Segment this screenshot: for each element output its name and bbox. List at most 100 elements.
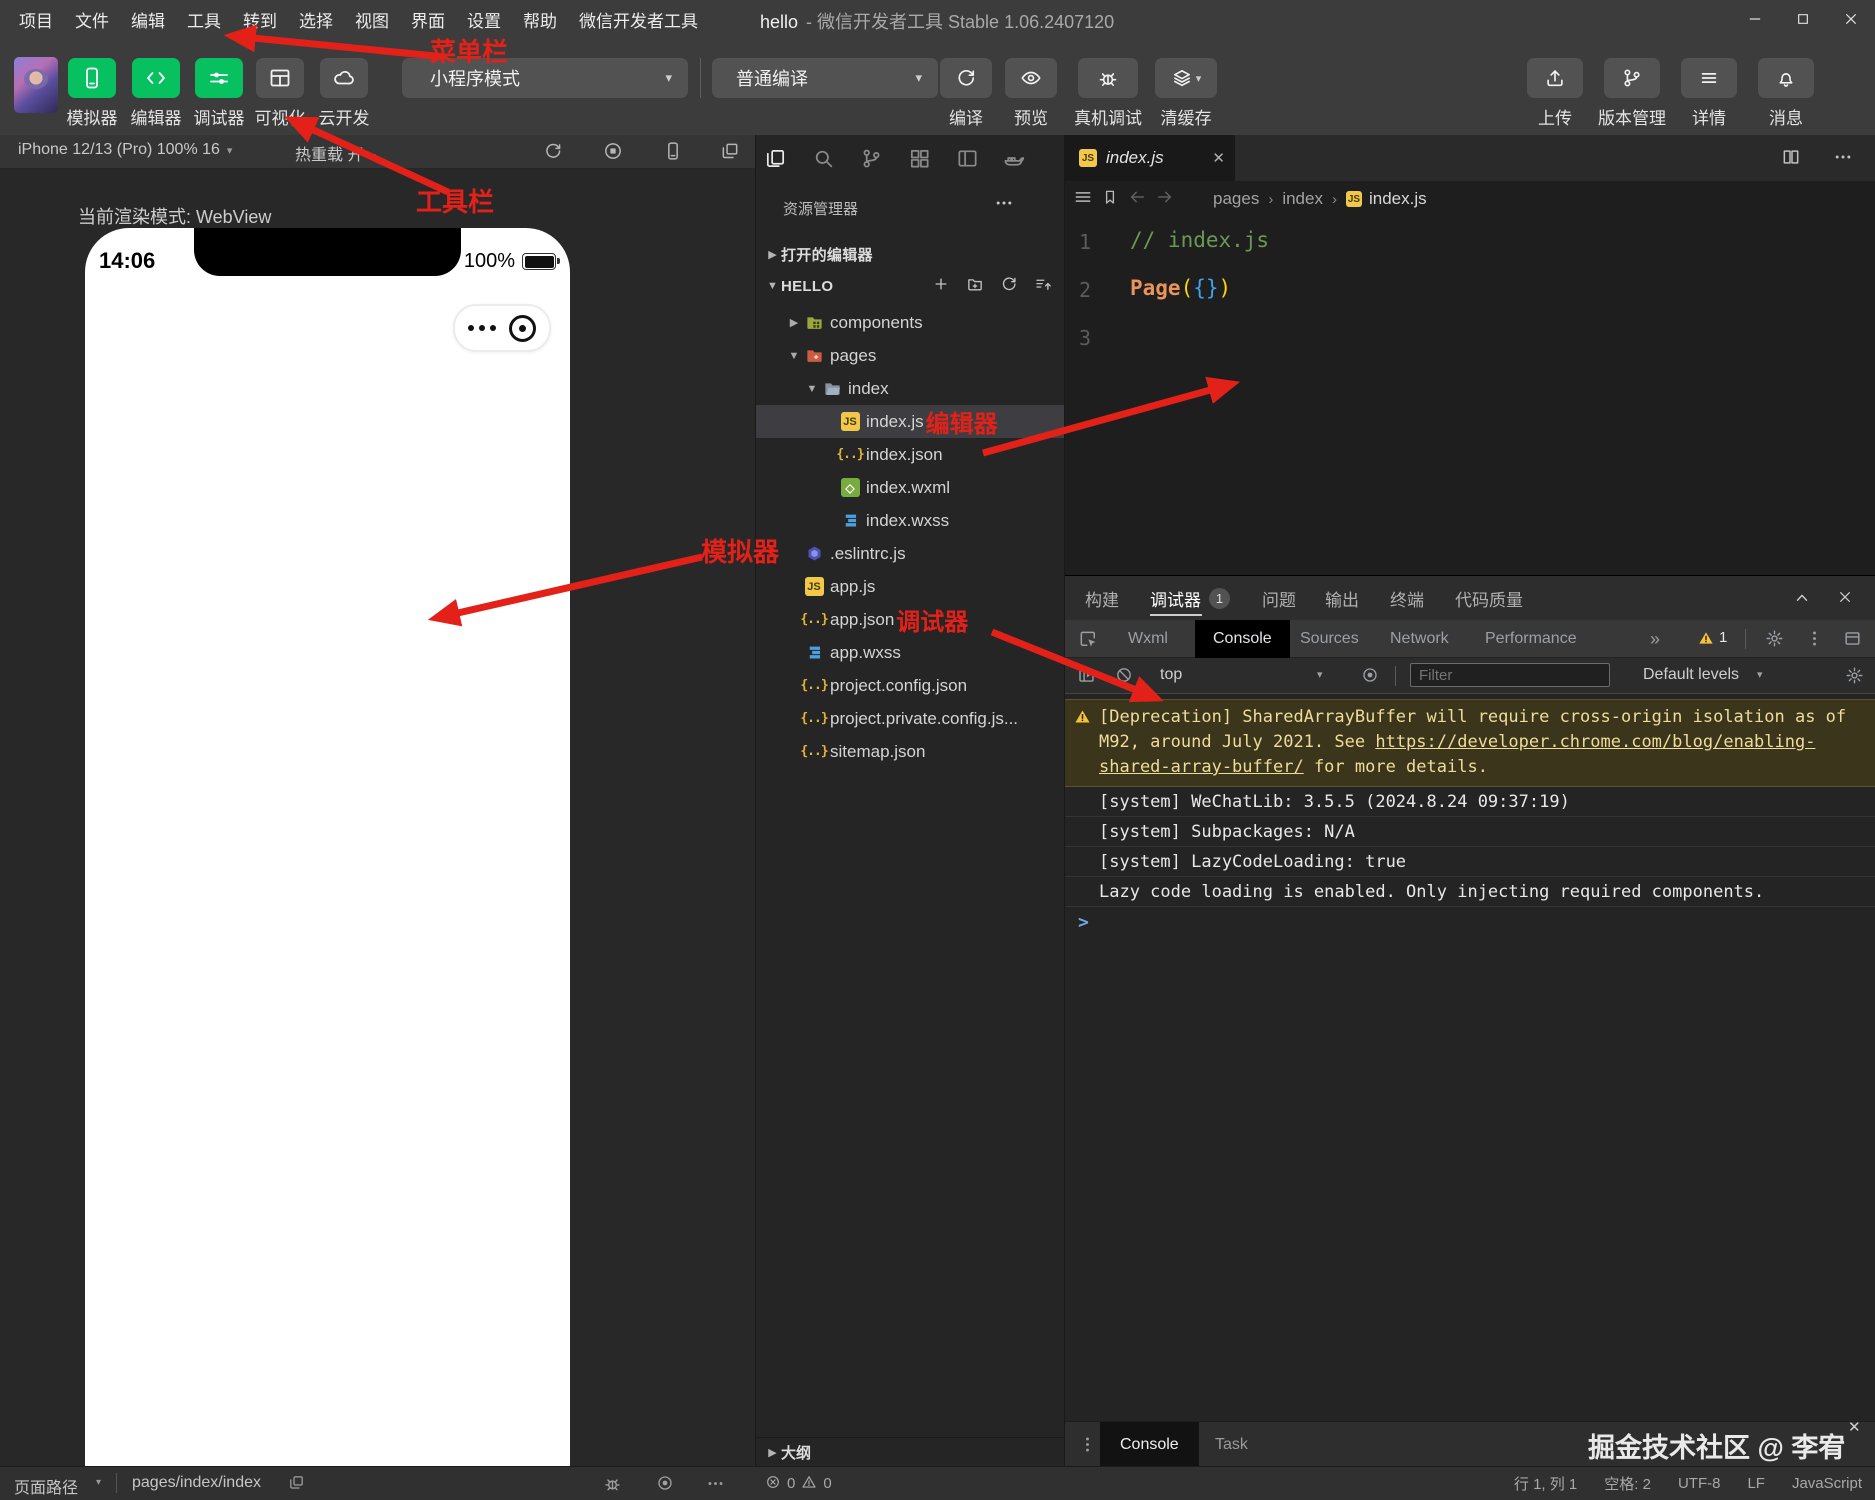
open-editors-section[interactable]: ▶ 打开的编辑器 <box>756 240 1064 268</box>
toolbar-action-bell[interactable]: 消息 <box>1758 58 1814 128</box>
sim-refresh-button[interactable] <box>543 141 563 161</box>
console-filter-input[interactable] <box>1410 663 1610 687</box>
tree-item-project-config-json[interactable]: {..} project.config.json <box>756 669 1064 702</box>
more-options-button[interactable] <box>706 1480 725 1497</box>
activity-blocks-button[interactable] <box>908 147 931 170</box>
more-tabs-button[interactable]: » <box>1650 620 1660 658</box>
breadcrumb-item[interactable]: index <box>1282 189 1323 209</box>
close-button[interactable] <box>1827 0 1875 38</box>
tree-item-app-js[interactable]: JS app.js <box>756 570 1064 603</box>
console-link[interactable]: https://developer.chrome.com/blog/enabli… <box>1099 732 1815 777</box>
status-item[interactable]: 行 1, 列 1 <box>1514 1473 1577 1494</box>
page-path-select[interactable]: 页面路径 <box>14 1474 78 1498</box>
devtools-tab-performance[interactable]: Performance <box>1485 620 1577 658</box>
menu-item[interactable]: 微信开发者工具 <box>568 7 709 32</box>
maximize-button[interactable] <box>1779 0 1827 38</box>
miniprogram-capsule[interactable] <box>453 304 551 352</box>
tree-item--eslintrc-js[interactable]: .eslintrc.js <box>756 537 1064 570</box>
split-editor-button[interactable] <box>1781 150 1801 171</box>
clear-console-button[interactable] <box>1115 668 1133 688</box>
menu-item[interactable]: 项目 <box>8 7 64 32</box>
tab-index-js[interactable]: JS index.js ✕ <box>1065 135 1235 181</box>
tree-item-app-json[interactable]: {..} app.json 调试器 <box>756 603 1064 636</box>
panel-tab-2[interactable]: 调试器 1 <box>1150 576 1230 620</box>
minimize-button[interactable] <box>1731 0 1779 38</box>
sim-copy-button[interactable] <box>720 141 740 161</box>
arrow-right-icon[interactable] <box>1155 187 1175 207</box>
status-item[interactable]: JavaScript <box>1792 1475 1862 1492</box>
devtools-tab-sources[interactable]: Sources <box>1300 620 1359 658</box>
status-item[interactable]: 空格: 2 <box>1604 1473 1651 1494</box>
tree-item-index[interactable]: ▼ index <box>756 372 1064 405</box>
menu-item[interactable]: 选择 <box>288 7 344 32</box>
tree-item-index-js[interactable]: JS index.js 编辑器 <box>756 405 1064 438</box>
mode-select[interactable]: 小程序模式 ▾ <box>402 58 688 98</box>
toolbar-button-phone[interactable]: 模拟器 <box>67 58 118 128</box>
tree-item-index-wxss[interactable]: index.wxss <box>756 504 1064 537</box>
activity-branch-button[interactable] <box>860 147 883 170</box>
console-settings-button[interactable] <box>1845 667 1864 689</box>
problems-indicator[interactable]: 0 0 <box>765 1467 832 1500</box>
project-folder-plus-button[interactable] <box>966 275 984 298</box>
menu-item[interactable]: 界面 <box>400 7 456 32</box>
toolbar-action-eye[interactable]: 预览 <box>1005 58 1057 128</box>
code-line[interactable]: 1// index.js <box>1065 218 1875 266</box>
user-avatar[interactable] <box>14 57 58 113</box>
close-tab-icon[interactable]: ✕ <box>1212 149 1225 167</box>
bottom-tab-task[interactable]: Task <box>1195 1422 1268 1467</box>
panel-tab-6[interactable]: 代码质量 <box>1455 576 1523 620</box>
status-item[interactable]: UTF-8 <box>1678 1475 1721 1492</box>
bottom-menu-button[interactable] <box>1078 1435 1097 1459</box>
menu-item[interactable]: 帮助 <box>512 7 568 32</box>
console-context-select[interactable]: top <box>1160 666 1182 684</box>
copy-path-button[interactable] <box>288 1476 305 1495</box>
devtools-menu-button[interactable] <box>1805 629 1824 653</box>
outline-section[interactable]: ▶ 大纲 <box>755 1437 1065 1466</box>
more-dots-icon[interactable] <box>468 325 496 331</box>
toolbar-action-menu[interactable]: 详情 <box>1681 58 1737 128</box>
activity-whale-button[interactable] <box>1002 147 1025 170</box>
device-select[interactable]: iPhone 12/13 (Pro) 100% 16 ▾ <box>18 141 232 159</box>
status-item[interactable]: LF <box>1747 1475 1765 1492</box>
menu-item[interactable]: 转到 <box>232 7 288 32</box>
toolbar-action-layers[interactable]: ▾ 清缓存 <box>1155 58 1217 128</box>
hot-reload-toggle[interactable]: 热重载 开 ▾ <box>295 141 376 165</box>
toolbar-button-code[interactable]: 编辑器 <box>131 58 182 128</box>
toolbar-action-bug[interactable]: 真机调试 <box>1074 58 1142 128</box>
collapse-panel-button[interactable] <box>1793 589 1811 612</box>
breadcrumb-item[interactable]: index.js <box>1369 189 1427 209</box>
sim-phone-button[interactable] <box>663 141 683 161</box>
toolbar-action-upload[interactable]: 上传 <box>1527 58 1583 128</box>
tree-item-project-private-config-js-[interactable]: {..} project.private.config.js... <box>756 702 1064 735</box>
devtools-tab-wxml[interactable]: Wxml <box>1128 620 1168 658</box>
activity-layout-sidebar-button[interactable] <box>956 147 979 170</box>
devtools-warning-badge[interactable]: 1 <box>1698 629 1727 646</box>
tree-item-index-json[interactable]: {..} index.json <box>756 438 1064 471</box>
toolbar-action-refresh[interactable]: 编译 <box>940 58 992 128</box>
compile-mode-select[interactable]: 普通编译 ▾ <box>712 58 938 98</box>
panel-tab-5[interactable]: 终端 <box>1390 576 1424 620</box>
panel-tab-3[interactable]: 问题 <box>1262 576 1296 620</box>
menu-item[interactable]: 工具 <box>176 7 232 32</box>
devtools-tab-network[interactable]: Network <box>1390 620 1449 658</box>
vconsole-button[interactable] <box>603 1479 622 1497</box>
code-line[interactable]: 3 <box>1065 314 1875 362</box>
console-eye-button[interactable] <box>1361 668 1379 688</box>
devtools-settings-button[interactable] <box>1765 629 1784 653</box>
project-refresh-button[interactable] <box>1000 275 1018 298</box>
list-icon[interactable] <box>1073 187 1093 207</box>
capsule-close-icon[interactable] <box>509 314 536 342</box>
activity-search-button[interactable] <box>812 147 835 170</box>
code-line[interactable]: 2 Page({}) <box>1065 266 1875 314</box>
panel-tab-1[interactable]: 构建 <box>1085 576 1119 620</box>
arrow-left-icon[interactable] <box>1127 187 1147 207</box>
toolbar-button-layout[interactable]: 可视化 <box>255 58 306 128</box>
menu-item[interactable]: 视图 <box>344 7 400 32</box>
devtools-tab-console[interactable]: Console <box>1195 620 1290 658</box>
toolbar-button-sliders[interactable]: 调试器 <box>194 58 245 128</box>
tree-item-pages[interactable]: ▼ pages <box>756 339 1064 372</box>
project-section[interactable]: ▼ HELLO <box>756 272 1064 300</box>
bookmark-icon[interactable] <box>1101 188 1119 206</box>
tree-item-app-wxss[interactable]: app.wxss <box>756 636 1064 669</box>
toolbar-action-branch[interactable]: 版本管理 <box>1598 58 1666 128</box>
